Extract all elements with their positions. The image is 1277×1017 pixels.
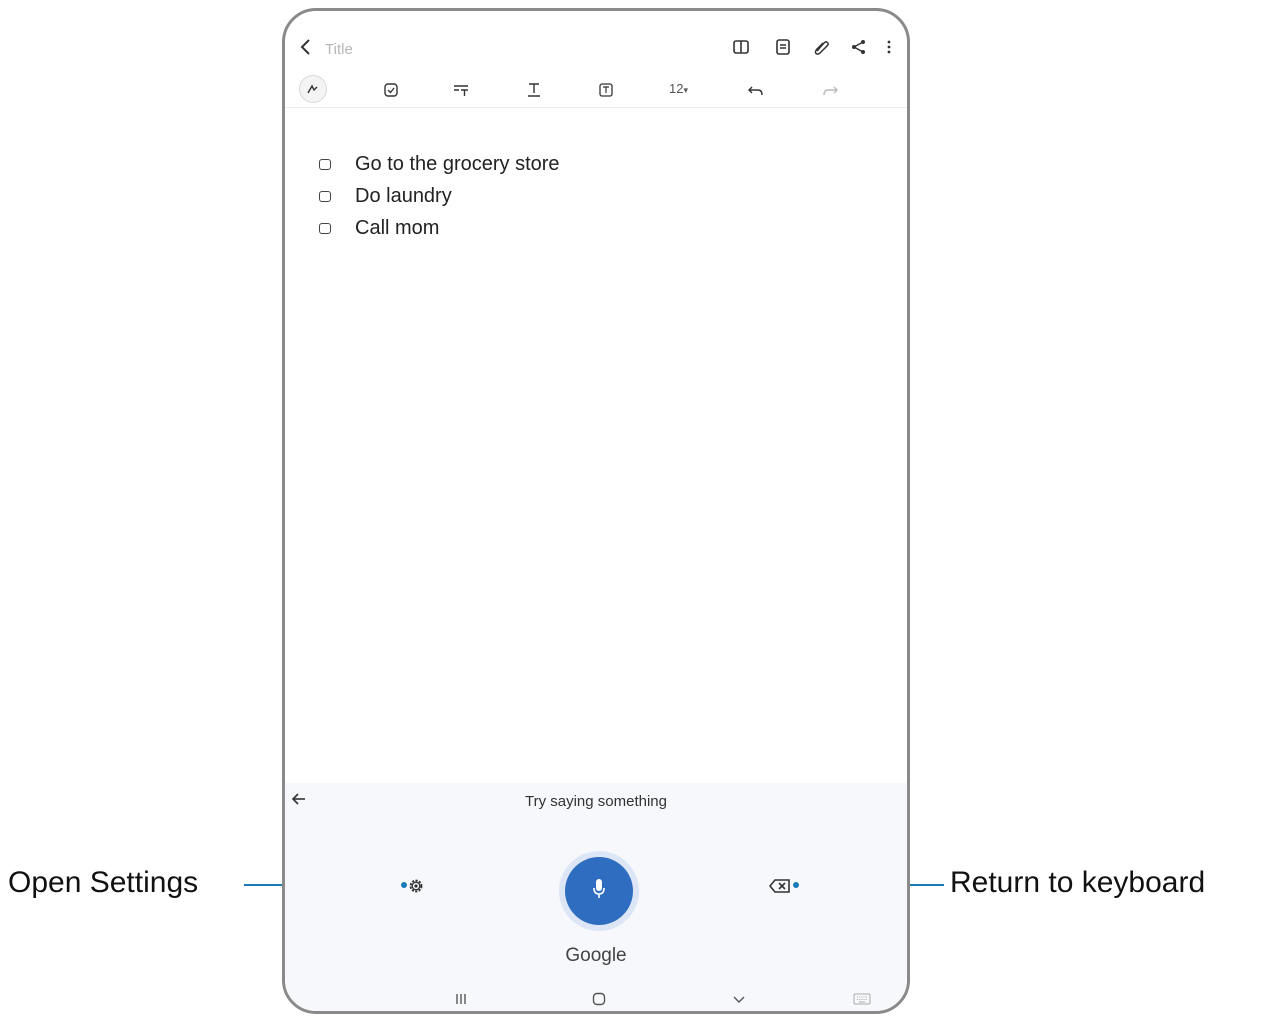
gear-icon[interactable] <box>407 877 425 895</box>
checkbox[interactable] <box>319 223 331 234</box>
chevron-down-icon: ▾ <box>683 85 688 95</box>
book-view-icon[interactable] <box>731 37 751 57</box>
note-header: Title <box>285 11 907 73</box>
checklist-item-text[interactable]: Do laundry <box>355 185 452 208</box>
title-field[interactable]: Title <box>325 41 353 58</box>
hide-keyboard-icon[interactable] <box>731 991 747 1007</box>
recents-icon[interactable] <box>453 991 469 1007</box>
open-settings-callout-dot <box>401 882 407 888</box>
share-icon[interactable] <box>849 37 869 57</box>
checkbox[interactable] <box>319 159 331 170</box>
navigation-bar <box>285 983 907 1011</box>
font-size-selector[interactable]: 12▾ <box>669 81 688 96</box>
open-settings-callout: Open Settings <box>8 866 199 899</box>
redo-icon[interactable] <box>819 79 841 101</box>
home-icon[interactable] <box>591 991 607 1007</box>
voice-input-panel: Try saying something Google <box>285 783 907 983</box>
text-box-icon[interactable] <box>595 79 617 101</box>
tablet-screen: Title 12▾ Go to the grocery store Do lau… <box>282 8 910 1014</box>
checklist-item-text[interactable]: Go to the grocery store <box>355 153 560 176</box>
more-icon[interactable] <box>879 37 899 57</box>
text-style-icon[interactable] <box>450 79 472 101</box>
font-size-value: 12 <box>669 81 684 96</box>
undo-icon[interactable] <box>745 79 767 101</box>
checklist-item-text[interactable]: Call mom <box>355 217 439 240</box>
document-icon[interactable] <box>773 37 793 57</box>
checkbox[interactable] <box>319 191 331 202</box>
attach-icon[interactable] <box>811 37 831 57</box>
backspace-icon[interactable] <box>769 878 791 894</box>
return-to-keyboard-callout-dot <box>793 882 799 888</box>
pen-icon <box>307 84 318 94</box>
google-brand-label: Google <box>565 945 627 966</box>
microphone-icon <box>593 879 605 898</box>
checkbox-icon[interactable] <box>380 79 402 101</box>
text-format-icon[interactable] <box>523 79 545 101</box>
back-icon[interactable] <box>299 37 313 57</box>
keyboard-icon[interactable] <box>853 991 871 1007</box>
return-to-keyboard-callout: Return to keyboard <box>950 866 1206 899</box>
voice-prompt: Try saying something <box>524 793 667 810</box>
